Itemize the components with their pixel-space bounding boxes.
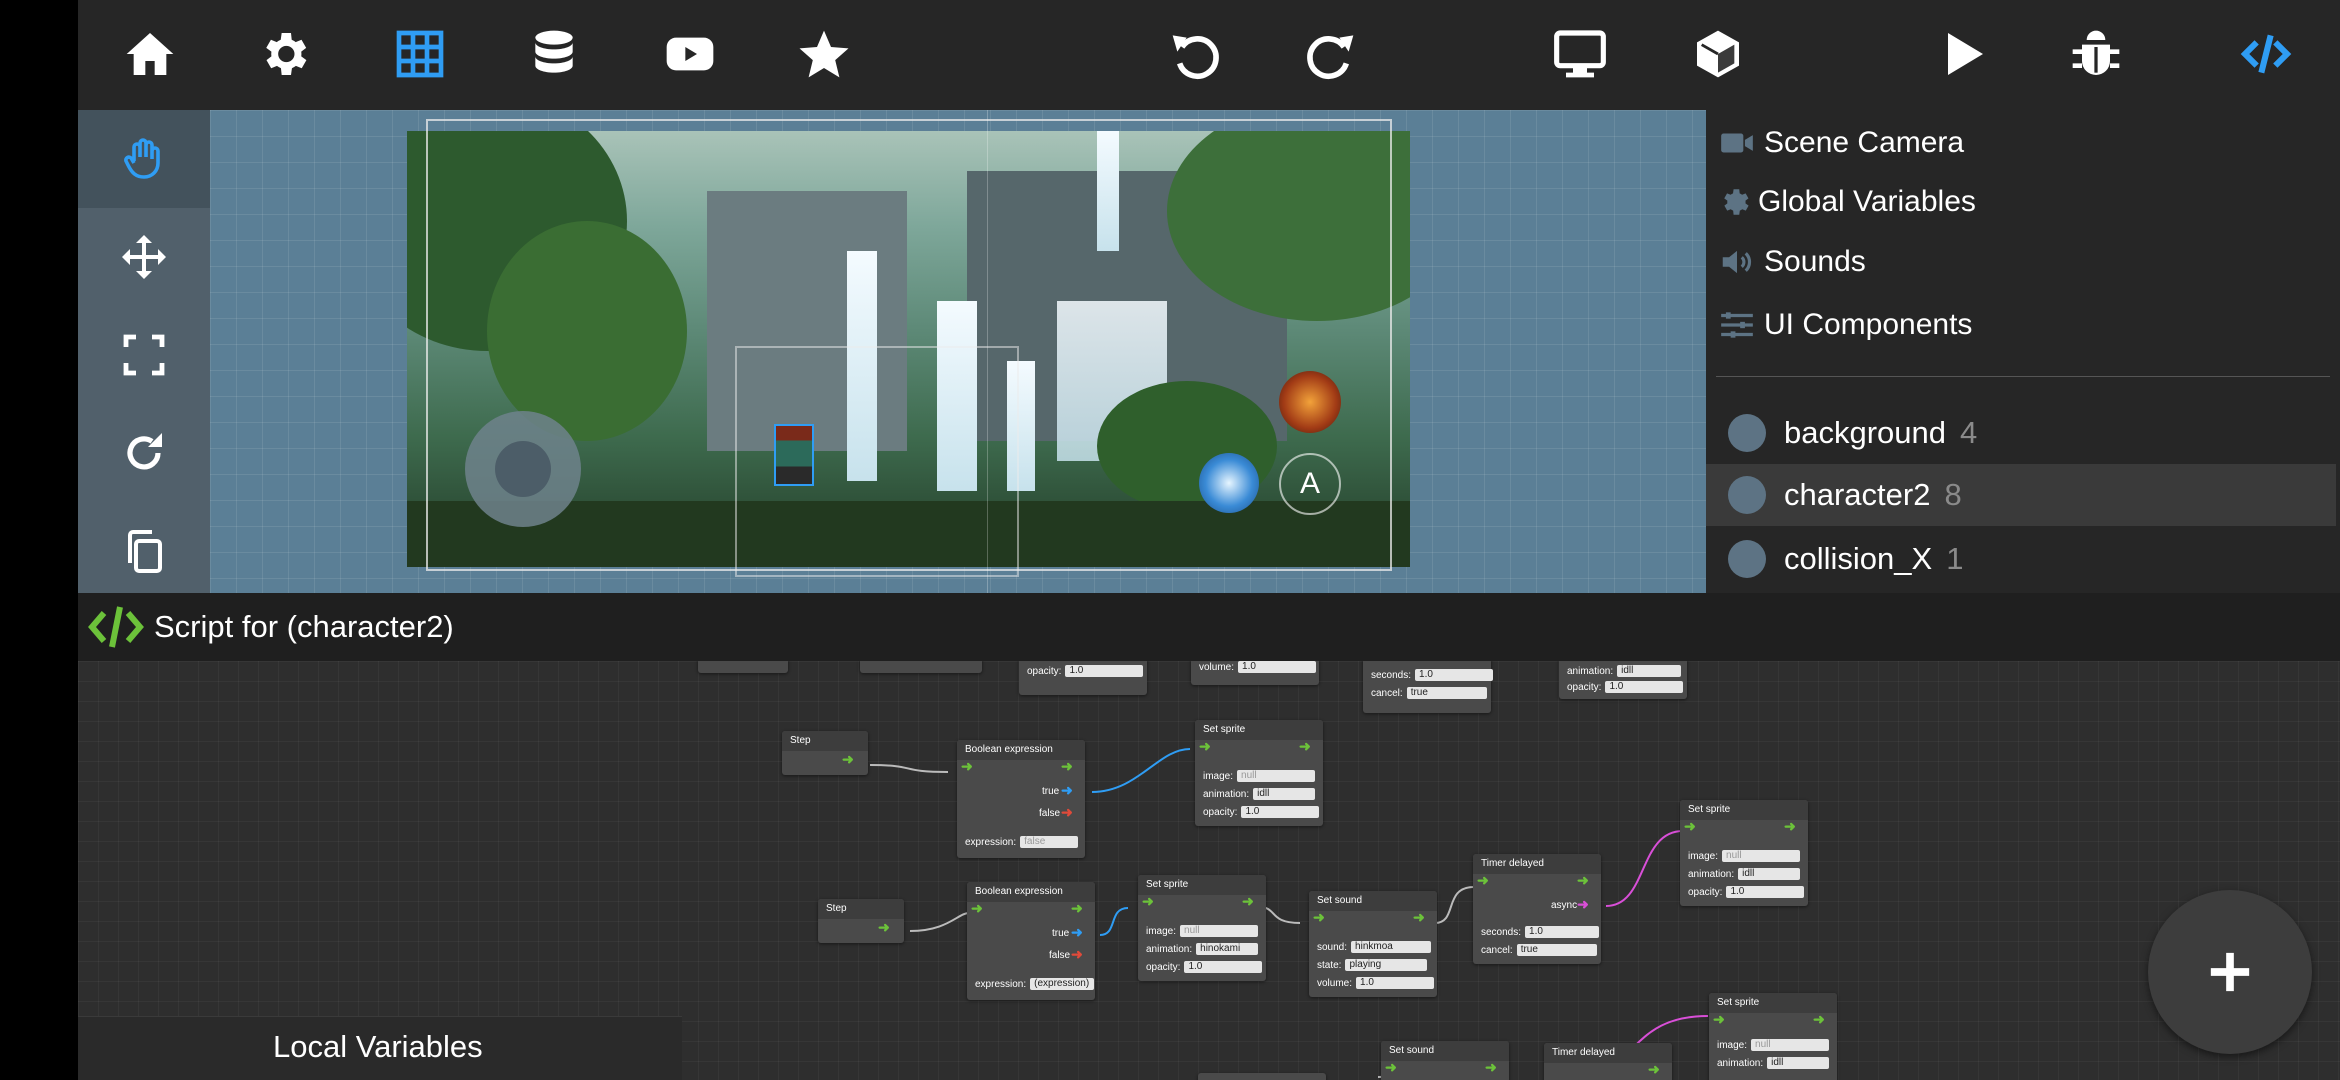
- set-sprite-node[interactable]: Set sprite ➜ ➜ image: null animation: idll: [1709, 993, 1837, 1080]
- monitor-icon: [1554, 30, 1606, 78]
- set-sound-node[interactable]: Set sound ➜ ➜ sound: hinkmoa state: playin…: [1309, 891, 1437, 997]
- code-button[interactable]: [2234, 22, 2298, 86]
- set-sprite-node[interactable]: Set sprite ➜ ➜ image: null animation: hino…: [1138, 875, 1266, 981]
- object-circle-icon: [1728, 414, 1766, 452]
- node-fragment[interactable]: volume: 1.0: [1191, 661, 1319, 685]
- scene-tree-panel: Scene Camera Global Variables Sounds UI …: [1706, 110, 2340, 593]
- node-fragment[interactable]: opacity: 1.0: [1019, 661, 1147, 695]
- global-variables-item[interactable]: Global Variables: [1718, 177, 1976, 227]
- cube-icon: [1697, 30, 1739, 78]
- plus-icon: [2210, 952, 2250, 992]
- object-count: 4: [1960, 415, 1978, 450]
- step-node[interactable]: Step ➜: [782, 731, 868, 775]
- timer-delayed-node[interactable]: Timer delayed ➜: [1544, 1043, 1672, 1080]
- node-fragment[interactable]: [698, 661, 788, 673]
- boolean-expression-node[interactable]: Boolean expression ➜ ➜ true ➜ false ➜ ex…: [957, 740, 1085, 858]
- object-button[interactable]: [1686, 22, 1750, 86]
- star-icon: [799, 30, 849, 78]
- object-name: character2: [1784, 477, 1931, 512]
- fullscreen-icon: [123, 334, 165, 376]
- sliders-icon: [1721, 312, 1753, 338]
- node-fragment[interactable]: seconds: 1.0 cancel: true: [1363, 661, 1494, 713]
- boolean-expression-node[interactable]: Boolean expression ➜ ➜ true ➜ false ➜ ex…: [967, 882, 1095, 1000]
- rotate-icon: [127, 433, 162, 470]
- move-tool[interactable]: [78, 208, 210, 306]
- grid-icon: [396, 30, 444, 78]
- favorites-button[interactable]: [792, 22, 856, 86]
- rotate-tool[interactable]: [78, 404, 210, 502]
- object-background[interactable]: background 4: [1706, 402, 2336, 464]
- sounds-item[interactable]: Sounds: [1718, 237, 1866, 287]
- object-circle-icon: [1728, 540, 1766, 578]
- script-title-bar: Script for (character2): [78, 593, 2340, 661]
- undo-button[interactable]: [1164, 22, 1228, 86]
- object-name: collision_X: [1784, 541, 1933, 576]
- youtube-button[interactable]: [658, 22, 722, 86]
- set-sprite-node[interactable]: Set sprite ➜ ➜ image: null animation: idll…: [1195, 720, 1323, 826]
- step-node[interactable]: Step ➜: [818, 899, 904, 943]
- database-icon: [535, 30, 573, 73]
- scene-camera-item[interactable]: Scene Camera: [1718, 118, 1964, 168]
- duplicate-tool[interactable]: [78, 502, 210, 600]
- scale-tool[interactable]: [78, 306, 210, 404]
- object-circle-icon: [1728, 476, 1766, 514]
- pan-tool[interactable]: [78, 110, 210, 208]
- play-icon: [1948, 33, 1983, 75]
- display-button[interactable]: [1548, 22, 1612, 86]
- ui-components-label: UI Components: [1764, 308, 1973, 341]
- settings-button[interactable]: [252, 22, 316, 86]
- object-character2[interactable]: character2 8: [1706, 464, 2336, 526]
- home-button[interactable]: [118, 22, 182, 86]
- add-node-button[interactable]: [2148, 890, 2312, 1054]
- undo-icon: [1172, 35, 1219, 79]
- hand-icon: [124, 138, 160, 179]
- code-icon: [88, 606, 144, 648]
- grid-button[interactable]: [388, 22, 452, 86]
- node-fragment[interactable]: [860, 661, 982, 673]
- bug-icon: [2072, 30, 2120, 76]
- scene-camera-label: Scene Camera: [1764, 126, 1965, 159]
- gear-icon: [266, 33, 307, 75]
- youtube-icon: [666, 37, 714, 71]
- local-variables-label: Local Variables: [273, 1029, 483, 1064]
- set-sound-node[interactable]: Set sound ➜ ➜: [1381, 1041, 1509, 1080]
- object-collision-x[interactable]: collision_X 1: [1706, 528, 2336, 590]
- object-count: 8: [1944, 477, 1962, 512]
- video-camera-icon: [1721, 133, 1753, 153]
- node-fragment[interactable]: animation: idll opacity: 1.0: [1559, 661, 1687, 699]
- copy-icon: [128, 530, 162, 573]
- timer-delayed-node[interactable]: Timer delayed ➜ ➜ async ➜ seconds: 1.0 ca…: [1473, 854, 1601, 964]
- top-toolbar: [78, 0, 2340, 110]
- local-variables-panel[interactable]: Local Variables: [78, 1016, 682, 1080]
- home-icon: [126, 33, 174, 75]
- divider: [1716, 376, 2330, 377]
- object-name: background: [1784, 415, 1947, 450]
- tool-column: [78, 110, 210, 593]
- object-count: 1: [1946, 541, 1964, 576]
- script-title: Script for (character2): [154, 609, 454, 644]
- app: A Scene Camera Global Variables Sounds U…: [78, 0, 2340, 1080]
- node-fragment[interactable]: [1198, 1073, 1326, 1080]
- debug-button[interactable]: [2064, 22, 2128, 86]
- scene-viewport[interactable]: A: [210, 110, 1706, 593]
- ui-components-item[interactable]: UI Components: [1718, 300, 1972, 350]
- set-sprite-node[interactable]: Set sprite ➜ ➜ image: null animation: idll…: [1680, 800, 1808, 906]
- code-icon: [2240, 34, 2292, 74]
- play-button[interactable]: [1930, 22, 1994, 86]
- global-variables-label: Global Variables: [1758, 185, 1976, 218]
- gear-icon: [1724, 189, 1749, 215]
- redo-icon: [1307, 35, 1354, 79]
- sounds-label: Sounds: [1764, 245, 1866, 278]
- redo-button[interactable]: [1298, 22, 1362, 86]
- move-icon: [122, 235, 166, 279]
- database-button[interactable]: [522, 22, 586, 86]
- selection-box: [735, 346, 1019, 577]
- speaker-icon: [1722, 250, 1752, 274]
